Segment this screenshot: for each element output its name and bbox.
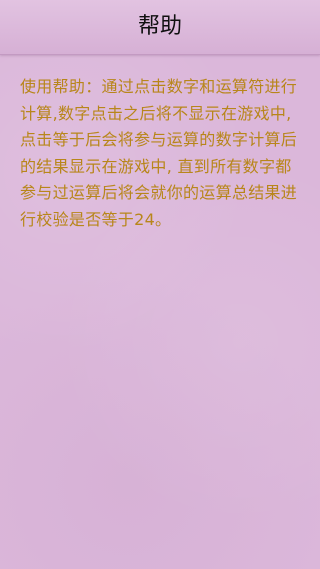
help-description: 使用帮助：通过点击数字和运算符进行计算,数字点击之后将不显示在游戏中,点击等于后… (20, 77, 298, 229)
help-screen: 帮助 使用帮助：通过点击数字和运算符进行计算,数字点击之后将不显示在游戏中,点击… (0, 0, 320, 569)
title-bar: 帮助 (0, 0, 320, 55)
page-title: 帮助 (137, 14, 182, 39)
